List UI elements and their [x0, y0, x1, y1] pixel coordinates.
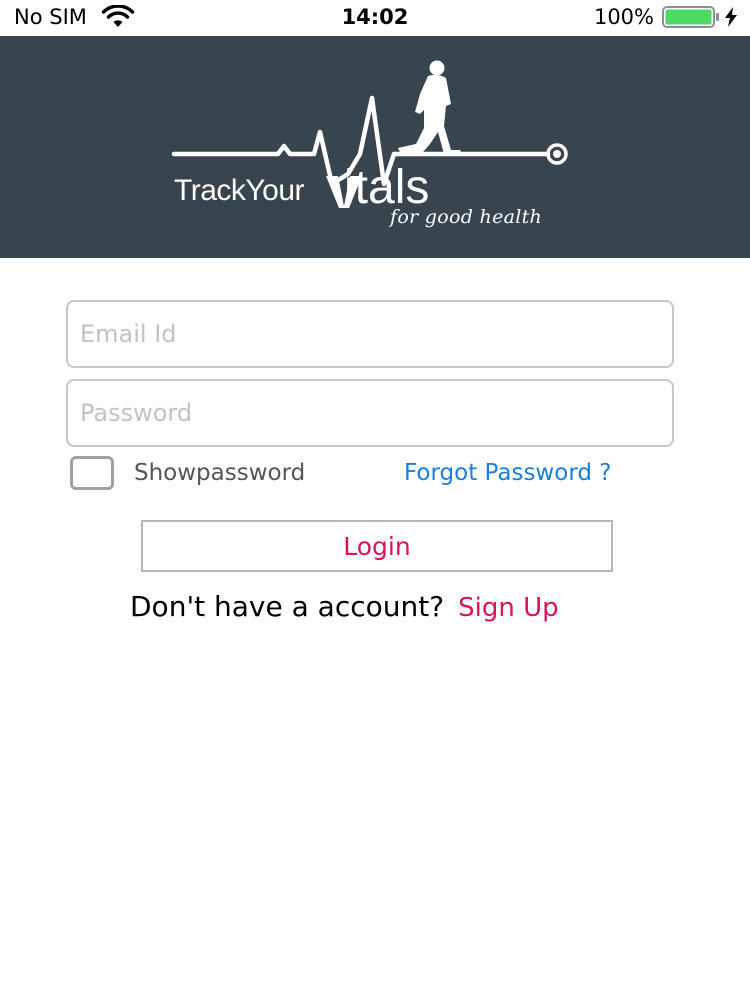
email-field[interactable] [66, 300, 674, 368]
battery-icon [662, 6, 719, 28]
status-bar: No SIM 14:02 100% [0, 0, 750, 36]
logo-tagline: for good health [390, 206, 543, 228]
signup-row: Don't have a account? Sign Up [130, 590, 559, 623]
status-right: 100% [594, 5, 738, 29]
charging-icon [725, 7, 737, 27]
show-password-row: Showpassword [70, 456, 305, 490]
header-banner: TrackYour itals for good health [0, 36, 750, 258]
forgot-password-link[interactable]: Forgot Password ? [404, 460, 611, 486]
logo-graphic [171, 60, 568, 208]
signup-prompt: Don't have a account? [130, 590, 445, 623]
show-password-label: Showpassword [134, 460, 306, 486]
battery-percent: 100% [593, 5, 654, 29]
logo-name-prefix: TrackYour [174, 174, 305, 207]
show-password-checkbox[interactable] [70, 456, 114, 490]
walking-person-icon [398, 60, 462, 154]
login-button[interactable]: Login [141, 520, 613, 572]
signup-link[interactable]: Sign Up [458, 593, 559, 623]
password-field[interactable] [66, 379, 674, 447]
